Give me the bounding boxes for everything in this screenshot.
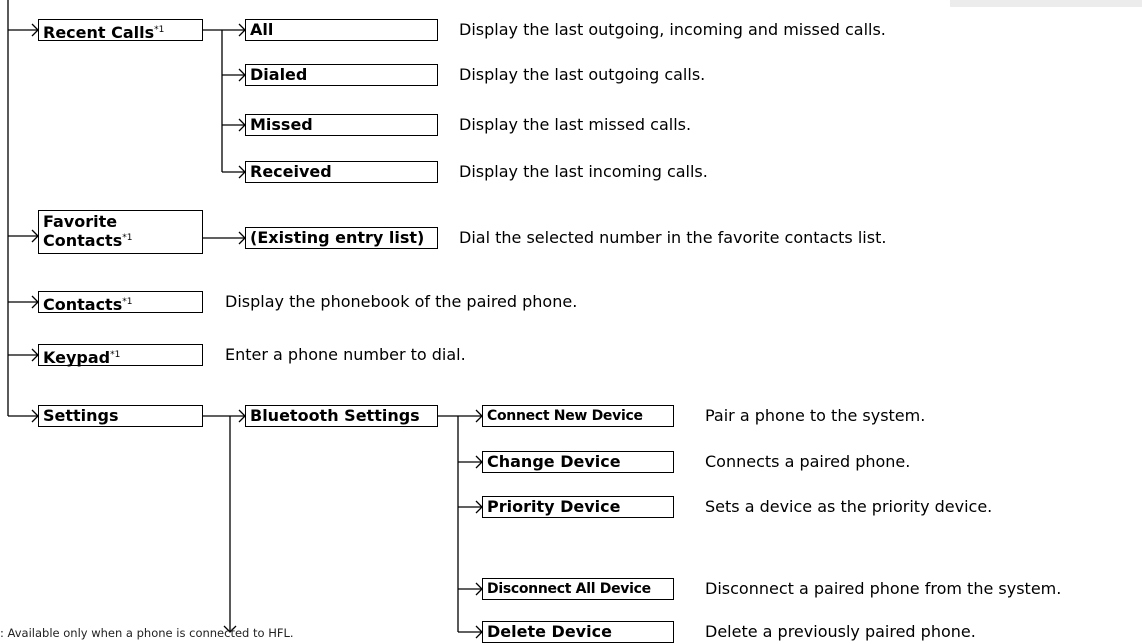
recent-calls-note: *1 bbox=[154, 25, 165, 35]
contacts-box[interactable]: Contacts*1 bbox=[38, 291, 203, 314]
favorite-contacts-label-line2: Contacts bbox=[43, 231, 123, 250]
contacts-note: *1 bbox=[122, 297, 133, 307]
missed-label: Missed bbox=[250, 115, 313, 134]
all-label: All bbox=[250, 20, 274, 39]
keypad-description: Enter a phone number to dial. bbox=[225, 345, 466, 364]
settings-label: Settings bbox=[43, 406, 119, 425]
missed-description: Display the last missed calls. bbox=[459, 115, 692, 134]
delete-device-label: Delete Device bbox=[487, 622, 612, 641]
existing-entry-list-description: Dial the selected number in the favorite… bbox=[459, 228, 887, 247]
favorite-contacts-box[interactable]: Favorite Contacts*1 bbox=[38, 210, 203, 254]
change-device-label: Change Device bbox=[487, 452, 621, 471]
existing-entry-list-label: (Existing entry list) bbox=[250, 228, 425, 247]
favorite-contacts-note: *1 bbox=[122, 233, 133, 243]
existing-entry-list-box[interactable]: (Existing entry list) bbox=[245, 227, 438, 249]
missed-box[interactable]: Missed bbox=[245, 114, 438, 136]
priority-device-label: Priority Device bbox=[487, 497, 621, 516]
change-device-box[interactable]: Change Device bbox=[482, 451, 674, 473]
priority-device-box[interactable]: Priority Device bbox=[482, 496, 674, 518]
connect-new-device-box[interactable]: Connect New Device bbox=[482, 405, 674, 427]
recent-calls-box[interactable]: Recent Calls*1 bbox=[38, 19, 203, 42]
disconnect-all-device-description: Disconnect a paired phone from the syste… bbox=[705, 579, 1062, 598]
received-description: Display the last incoming calls. bbox=[459, 162, 708, 181]
bluetooth-settings-box[interactable]: Bluetooth Settings bbox=[245, 405, 438, 427]
change-device-description: Connects a paired phone. bbox=[705, 452, 911, 471]
contacts-label: Contacts bbox=[43, 295, 123, 314]
connect-new-device-description: Pair a phone to the system. bbox=[705, 406, 926, 425]
all-box[interactable]: All bbox=[245, 19, 438, 41]
footnote: : Available only when a phone is connect… bbox=[0, 626, 294, 640]
dialed-description: Display the last outgoing calls. bbox=[459, 65, 706, 84]
keypad-note: *1 bbox=[110, 350, 121, 360]
contacts-description: Display the phonebook of the paired phon… bbox=[225, 292, 578, 311]
connector-lines bbox=[7, 0, 483, 639]
received-label: Received bbox=[250, 162, 332, 181]
received-box[interactable]: Received bbox=[245, 161, 438, 183]
delete-device-box[interactable]: Delete Device bbox=[482, 621, 674, 643]
dialed-box[interactable]: Dialed bbox=[245, 64, 438, 86]
connect-new-device-label: Connect New Device bbox=[487, 408, 643, 424]
disconnect-all-device-box[interactable]: Disconnect All Device bbox=[482, 578, 674, 600]
delete-device-description: Delete a previously paired phone. bbox=[705, 622, 976, 641]
favorite-contacts-label-line1: Favorite bbox=[43, 212, 118, 231]
priority-device-description: Sets a device as the priority device. bbox=[705, 497, 993, 516]
disconnect-all-device-label: Disconnect All Device bbox=[487, 581, 651, 597]
all-description: Display the last outgoing, incoming and … bbox=[459, 20, 886, 39]
keypad-box[interactable]: Keypad*1 bbox=[38, 344, 203, 367]
bluetooth-settings-label: Bluetooth Settings bbox=[250, 406, 420, 425]
settings-box[interactable]: Settings bbox=[38, 405, 203, 427]
keypad-label: Keypad bbox=[43, 348, 111, 367]
dialed-label: Dialed bbox=[250, 65, 308, 84]
recent-calls-label: Recent Calls bbox=[43, 23, 155, 42]
